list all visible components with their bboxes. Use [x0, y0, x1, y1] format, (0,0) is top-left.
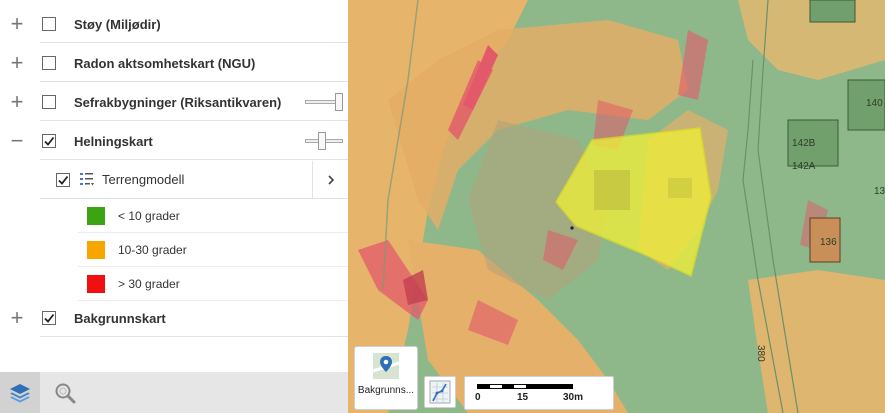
map-point — [570, 226, 574, 230]
expand-icon[interactable]: + — [6, 91, 28, 113]
house-number: 142B — [792, 138, 816, 149]
sublayer-checkbox[interactable] — [56, 173, 70, 187]
divider — [40, 159, 348, 160]
layer-checkbox-helningskart[interactable] — [42, 134, 56, 148]
legend-swatch-orange — [87, 241, 105, 259]
building — [809, 0, 856, 23]
building — [668, 178, 692, 198]
house-number: 142A — [792, 161, 816, 172]
collapse-icon[interactable]: − — [6, 130, 28, 152]
sublayer-label: Terrengmodell — [102, 172, 185, 187]
scale-label: 15 — [517, 392, 529, 403]
scale-label: 30m — [563, 392, 584, 403]
sublayer-row-terrengmodell: Terrengmodell — [40, 161, 348, 199]
legend-swatch-red — [87, 275, 105, 293]
legend-item: > 30 grader — [78, 267, 348, 301]
house-number: 380 — [755, 345, 766, 362]
search-icon — [55, 383, 76, 403]
layer-list: + Støy (Miljødir) + Radon aktsomhetskart… — [0, 0, 348, 372]
layer-row-radon: + Radon aktsomhetskart (NGU) — [0, 44, 348, 82]
bottom-toolbar — [0, 372, 348, 413]
map-pin-icon — [373, 353, 399, 379]
measure-icon — [429, 380, 451, 404]
search-button[interactable] — [45, 372, 85, 413]
layers-icon — [10, 383, 30, 402]
legend-item: < 10 grader — [78, 199, 348, 233]
layer-row-sefrak: + Sefrakbygninger (Riksantikvaren) — [0, 83, 348, 121]
house-number: 140 — [866, 98, 883, 109]
slider-thumb[interactable] — [335, 93, 343, 111]
layer-row-bakgrunnskart: + Bakgrunnskart — [0, 299, 348, 337]
slope-map: 140 142B 142A 136 13 380 — [348, 0, 885, 413]
layer-checkbox-radon[interactable] — [42, 56, 56, 70]
scale-bar-line — [477, 384, 573, 389]
building — [594, 170, 630, 210]
divider — [40, 120, 348, 121]
legend-item: 10-30 grader — [78, 233, 348, 267]
legend-swatch-green — [87, 207, 105, 225]
scale-segment — [478, 385, 490, 388]
house-number: 13 — [874, 186, 885, 197]
house-number: 136 — [820, 237, 837, 248]
checkmark-icon — [44, 313, 55, 323]
divider — [40, 336, 348, 337]
chevron-right-icon[interactable] — [312, 161, 348, 199]
expand-icon[interactable]: + — [6, 52, 28, 74]
slider-thumb[interactable] — [318, 132, 326, 150]
slope-zone-mid — [748, 270, 885, 413]
layer-label: Bakgrunnskart — [74, 310, 166, 326]
layer-checkbox-bakgrunnskart[interactable] — [42, 311, 56, 325]
divider — [40, 42, 348, 43]
scale-segment — [502, 385, 514, 388]
layer-label: Helningskart — [74, 133, 153, 149]
map-view[interactable]: 140 142B 142A 136 13 380 Bakgrunns... 0 … — [348, 0, 885, 413]
checkmark-icon — [44, 136, 55, 146]
layer-panel: + Støy (Miljødir) + Radon aktsomhetskart… — [0, 0, 348, 413]
opacity-slider[interactable] — [305, 132, 343, 150]
checkmark-icon — [58, 175, 69, 185]
scale-segment — [526, 385, 573, 388]
layers-button[interactable] — [0, 372, 40, 413]
layer-label: Støy (Miljødir) — [74, 16, 161, 32]
basemap-label: Bakgrunns... — [357, 385, 415, 396]
legend-label: 10-30 grader — [118, 243, 187, 257]
legend-label: > 30 grader — [118, 277, 180, 291]
expand-icon[interactable]: + — [6, 307, 28, 329]
scale-label: 0 — [475, 392, 481, 403]
opacity-slider[interactable] — [305, 93, 343, 111]
measure-tool-button[interactable] — [424, 376, 456, 408]
divider — [40, 81, 348, 82]
layer-checkbox-sefrak[interactable] — [42, 95, 56, 109]
scale-bar: 0 15 30m — [464, 376, 614, 410]
layer-row-helningskart: − Helningskart — [0, 122, 348, 160]
layer-label: Sefrakbygninger (Riksantikvaren) — [74, 94, 282, 110]
expand-icon[interactable]: + — [6, 13, 28, 35]
layer-row-stoy: + Støy (Miljødir) — [0, 5, 348, 43]
legend-label: < 10 grader — [118, 209, 180, 223]
layer-checkbox-stoy[interactable] — [42, 17, 56, 31]
legend-list-icon — [80, 173, 94, 186]
basemap-toggle-button[interactable]: Bakgrunns... — [354, 346, 418, 410]
layer-label: Radon aktsomhetskart (NGU) — [74, 55, 256, 71]
